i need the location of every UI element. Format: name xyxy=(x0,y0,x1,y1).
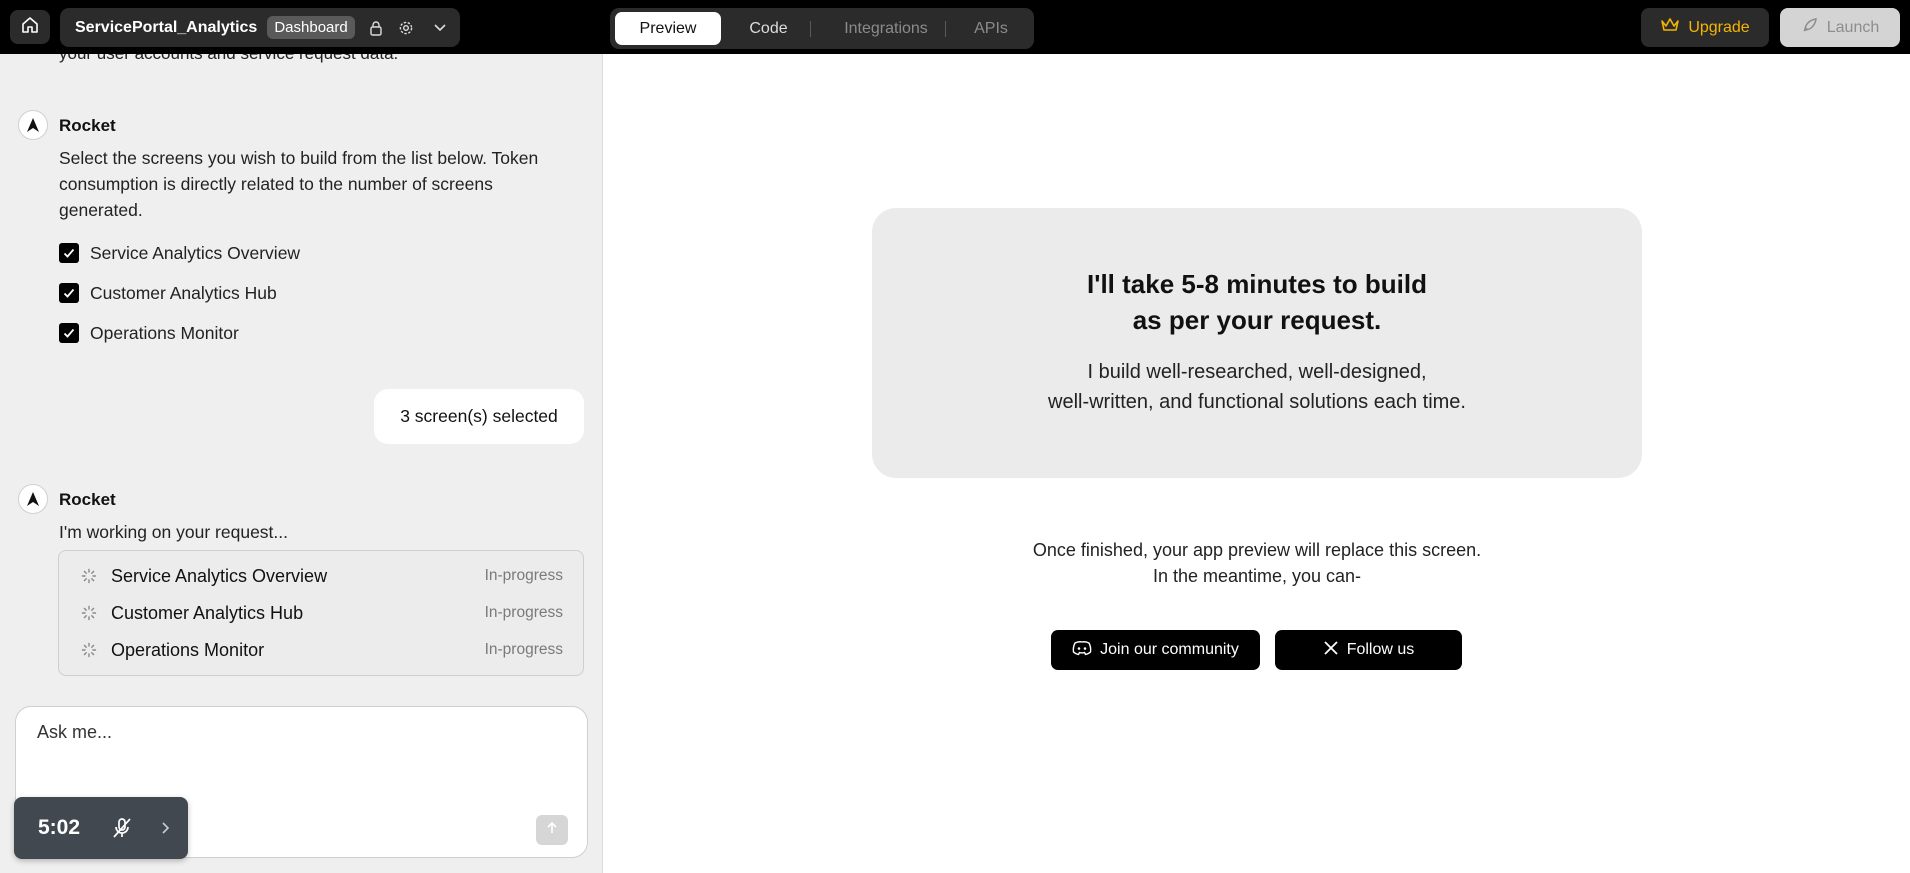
tab-code[interactable]: Code xyxy=(726,12,811,45)
finish-note-line: In the meantime, you can- xyxy=(1152,566,1362,586)
tab-integrations[interactable]: Integrations xyxy=(816,12,956,45)
crown-icon xyxy=(1660,17,1680,38)
project-name: ServicePortal_Analytics xyxy=(75,18,258,36)
join-community-label: Join our community xyxy=(1100,641,1239,658)
screen-option[interactable]: Service Analytics Overview xyxy=(59,242,300,264)
chat-input-placeholder: Ask me... xyxy=(37,722,113,742)
loading-spinner-icon xyxy=(81,568,97,584)
screen-option-label: Service Analytics Overview xyxy=(90,242,301,263)
progress-label: Service Analytics Overview xyxy=(111,565,328,586)
build-time-heading: I'll take 5-8 minutes to build as per yo… xyxy=(872,266,1642,338)
checkbox-checked[interactable] xyxy=(59,283,79,303)
tab-divider xyxy=(945,21,946,37)
build-progress-list: Service Analytics Overview In-progress C… xyxy=(58,550,584,676)
tab-apis[interactable]: APIs xyxy=(951,12,1031,45)
loading-spinner-icon xyxy=(81,642,97,658)
timer-value: 5:02 xyxy=(38,816,81,839)
rocket-icon xyxy=(1801,16,1819,39)
user-message-bubble: 3 screen(s) selected xyxy=(374,389,584,444)
progress-status: In-progress xyxy=(484,604,563,621)
project-type-badge: Dashboard xyxy=(267,16,355,39)
progress-item: Customer Analytics Hub In-progress xyxy=(81,600,563,626)
tab-divider xyxy=(810,21,811,37)
user-message-text: 3 screen(s) selected xyxy=(400,406,558,426)
checkbox-checked[interactable] xyxy=(59,323,79,343)
screen-option[interactable]: Customer Analytics Hub xyxy=(59,282,277,304)
description-line: I build well-researched, well-designed, xyxy=(1087,361,1427,383)
voice-timer-widget: 5:02 xyxy=(14,797,188,859)
progress-status: In-progress xyxy=(484,567,563,584)
upgrade-button[interactable]: Upgrade xyxy=(1641,8,1769,47)
lock-icon[interactable] xyxy=(367,19,385,37)
x-logo-icon xyxy=(1323,640,1339,661)
heading-line: as per your request. xyxy=(1132,305,1382,335)
loading-spinner-icon xyxy=(81,605,97,621)
launch-button[interactable]: Launch xyxy=(1780,8,1900,47)
description-line: well-written, and functional solutions e… xyxy=(1048,391,1466,413)
home-icon xyxy=(20,15,40,40)
chevron-down-icon[interactable] xyxy=(432,19,448,40)
follow-us-label: Follow us xyxy=(1346,641,1415,658)
follow-us-button[interactable]: Follow us xyxy=(1275,630,1462,670)
message-sender: Rocket xyxy=(59,490,116,509)
screen-option[interactable]: Operations Monitor xyxy=(59,322,239,344)
gear-icon[interactable] xyxy=(397,19,415,37)
top-bar: ServicePortal_Analytics Dashboard Previe… xyxy=(0,0,1910,54)
screen-option-label: Customer Analytics Hub xyxy=(90,282,277,303)
checkbox-checked[interactable] xyxy=(59,243,79,263)
discord-icon xyxy=(1072,640,1092,661)
project-selector[interactable]: ServicePortal_Analytics Dashboard xyxy=(60,8,460,47)
home-button[interactable] xyxy=(10,10,50,44)
finish-note: Once finished, your app preview will rep… xyxy=(872,537,1642,589)
rocket-avatar xyxy=(18,110,48,140)
progress-label: Customer Analytics Hub xyxy=(111,602,304,623)
rocket-logo-icon xyxy=(27,118,39,132)
progress-label: Operations Monitor xyxy=(111,639,265,660)
progress-item: Operations Monitor In-progress xyxy=(81,637,563,663)
progress-status: In-progress xyxy=(484,641,563,658)
rocket-avatar xyxy=(18,484,48,514)
upgrade-label: Upgrade xyxy=(1688,18,1750,36)
rocket-logo-icon xyxy=(27,492,39,506)
mic-off-icon[interactable] xyxy=(110,816,134,840)
message-text: I'm working on your request... xyxy=(59,522,288,542)
previous-message-text: your user accounts and service request d… xyxy=(59,54,398,64)
message-sender: Rocket xyxy=(59,116,116,135)
arrow-up-icon xyxy=(545,821,559,840)
screen-option-label: Operations Monitor xyxy=(90,322,239,343)
chevron-right-icon[interactable] xyxy=(158,821,172,835)
message-text: Select the screens you wish to build fro… xyxy=(59,148,539,220)
launch-label: Launch xyxy=(1826,18,1880,36)
heading-line: I'll take 5-8 minutes to build xyxy=(1087,269,1427,299)
build-description: I build well-researched, well-designed, … xyxy=(872,357,1642,417)
send-button[interactable] xyxy=(536,815,568,845)
view-tabs: Preview Code Integrations APIs xyxy=(610,8,1034,49)
join-community-button[interactable]: Join our community xyxy=(1051,630,1260,670)
build-info-card: I'll take 5-8 minutes to build as per yo… xyxy=(872,208,1642,478)
tab-preview[interactable]: Preview xyxy=(615,12,721,45)
finish-note-line: Once finished, your app preview will rep… xyxy=(1032,540,1482,560)
progress-item: Service Analytics Overview In-progress xyxy=(81,563,563,589)
chat-panel: your user accounts and service request d… xyxy=(0,54,603,873)
